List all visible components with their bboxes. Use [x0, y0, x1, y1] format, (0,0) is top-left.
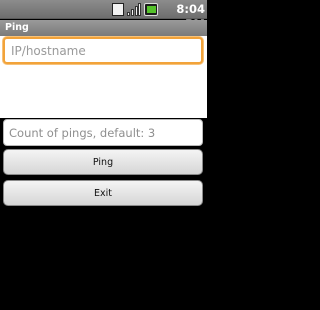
exit-button[interactable]: Exit: [3, 180, 203, 206]
title-bar: Ping: [0, 20, 207, 36]
signal-icon: [127, 3, 141, 16]
ping-count-input[interactable]: [3, 119, 203, 146]
status-time: 8:04 PM: [176, 2, 205, 31]
app-title: Ping: [5, 22, 29, 33]
battery-icon: [144, 3, 158, 16]
sim-card-icon: [112, 3, 124, 16]
main-content: Ping Exit: [0, 36, 207, 310]
status-bar: 8:04 PM: [0, 0, 207, 31]
ping-button[interactable]: Ping: [3, 149, 203, 175]
hostname-input[interactable]: [3, 37, 203, 64]
